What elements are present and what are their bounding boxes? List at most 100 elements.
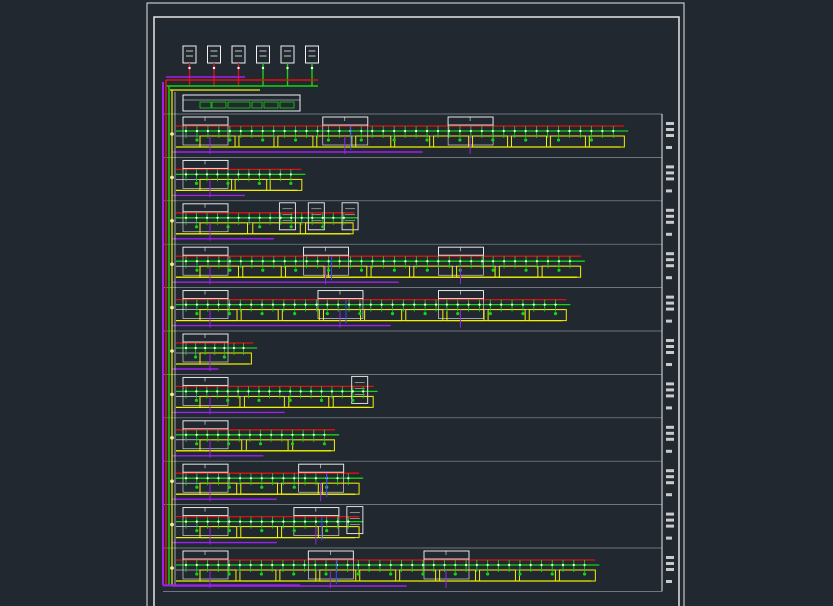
- node-dot: [216, 173, 219, 176]
- node-dot: [195, 260, 199, 263]
- device-node: [359, 268, 364, 272]
- node-dot: [280, 433, 283, 436]
- device-node: [325, 529, 329, 533]
- node-dot: [247, 173, 251, 176]
- node-dot: [382, 129, 385, 133]
- node-dot: [327, 260, 330, 263]
- node-dot: [228, 303, 231, 306]
- node-dot: [341, 390, 344, 393]
- device-node: [290, 442, 295, 446]
- device-node: [358, 312, 362, 316]
- title-column-mark: [666, 171, 674, 175]
- node-dot: [228, 129, 231, 133]
- node-dot: [237, 390, 240, 393]
- node-dot: [239, 477, 242, 480]
- node-dot: [217, 303, 220, 306]
- node-dot: [404, 260, 407, 263]
- node-dot: [480, 129, 483, 133]
- node-dot: [382, 260, 385, 263]
- node-dot: [360, 260, 363, 263]
- node-dot: [271, 303, 275, 306]
- device-node: [261, 268, 265, 272]
- node-dot: [425, 129, 429, 133]
- node-dot: [546, 260, 550, 263]
- node-dot: [290, 216, 293, 219]
- title-column-mark: [666, 301, 674, 305]
- title-column-mark: [666, 512, 674, 516]
- node-dot: [303, 563, 306, 567]
- node-dot: [216, 433, 220, 436]
- node-dot: [205, 173, 209, 176]
- node-dot: [268, 173, 271, 176]
- node-dot: [248, 216, 251, 219]
- node-dot: [330, 390, 334, 393]
- node-dot: [380, 303, 383, 306]
- node-dot: [289, 390, 292, 393]
- title-column-mark: [666, 252, 674, 256]
- node-dot: [583, 563, 586, 567]
- node-dot: [458, 129, 462, 133]
- node-dot: [239, 260, 242, 263]
- title-column-mark: [666, 469, 674, 473]
- node-dot: [248, 433, 251, 436]
- node-dot: [184, 520, 188, 523]
- node-dot: [282, 303, 285, 306]
- device-node: [260, 529, 264, 533]
- node-dot: [250, 129, 253, 133]
- node-dot: [327, 129, 330, 133]
- title-column-mark: [666, 481, 674, 485]
- node-dot: [184, 260, 188, 263]
- node-dot: [239, 129, 242, 133]
- node-dot: [315, 303, 318, 306]
- title-column-mark: [666, 307, 674, 311]
- node-dot: [524, 129, 527, 133]
- node-dot: [206, 520, 209, 523]
- node-dot: [360, 129, 363, 133]
- title-column-mark: [666, 524, 674, 528]
- node-dot: [305, 260, 308, 263]
- device-node: [222, 355, 226, 359]
- node-dot: [232, 346, 236, 350]
- node-dot: [389, 563, 392, 567]
- node-dot: [309, 390, 313, 393]
- node-dot: [510, 303, 514, 306]
- title-column-mark: [666, 339, 674, 342]
- node-dot: [281, 563, 285, 567]
- device-node: [195, 138, 199, 142]
- node-dot: [371, 260, 374, 263]
- node-dot: [413, 303, 416, 306]
- device-node: [292, 529, 296, 533]
- node-dot: [226, 216, 230, 219]
- riser-diagram-canvas: [0, 0, 833, 606]
- node-dot: [432, 563, 435, 567]
- node-dot: [260, 520, 263, 523]
- node-dot: [393, 260, 396, 263]
- node-dot: [195, 216, 198, 219]
- device-node: [456, 312, 460, 316]
- node-dot: [195, 433, 198, 436]
- device-node: [261, 138, 265, 142]
- node-dot: [371, 129, 374, 133]
- device-node: [423, 312, 427, 316]
- node-dot: [217, 520, 220, 523]
- title-column-mark: [666, 319, 672, 323]
- device-node: [359, 138, 363, 142]
- device-node: [453, 572, 457, 576]
- node-dot: [226, 390, 229, 393]
- device-node: [258, 442, 263, 446]
- node-dot: [475, 563, 478, 567]
- node-dot: [529, 563, 532, 567]
- node-dot: [316, 260, 319, 263]
- title-column-mark: [666, 406, 672, 410]
- device-node: [392, 268, 397, 272]
- node-dot: [310, 66, 314, 70]
- node-dot: [216, 216, 219, 219]
- title-column-mark: [666, 345, 674, 348]
- node-dot: [572, 563, 575, 567]
- node-dot: [302, 433, 305, 436]
- node-dot: [411, 563, 414, 567]
- title-column-mark: [666, 264, 674, 268]
- node-dot: [194, 346, 197, 350]
- node-dot: [184, 216, 188, 219]
- node-dot: [518, 563, 522, 567]
